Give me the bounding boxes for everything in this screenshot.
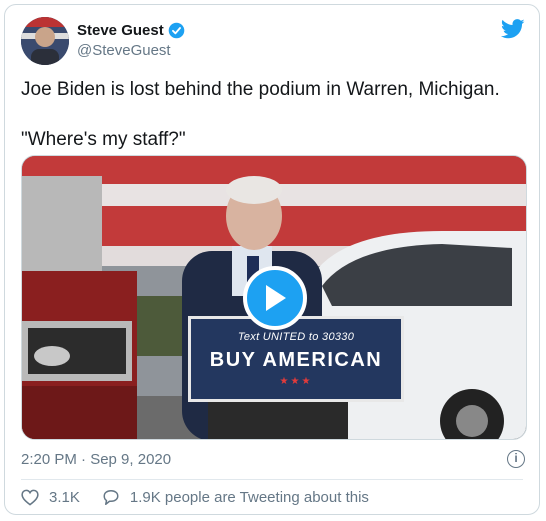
play-icon [266, 285, 286, 311]
avatar-image [21, 17, 69, 65]
like-button[interactable]: 3.1K [21, 489, 80, 506]
avatar[interactable] [21, 17, 69, 65]
podium-sign: Text UNITED to 30330 BUY AMERICAN ★★★ [188, 316, 404, 402]
conversation-link[interactable]: 1.9K people are Tweeting about this [102, 489, 369, 506]
comment-icon [103, 490, 119, 505]
video-player[interactable]: Text UNITED to 30330 BUY AMERICAN ★★★ [21, 155, 527, 440]
heart-icon [21, 489, 39, 506]
info-icon[interactable]: i [507, 450, 525, 468]
conversation-text: 1.9K people are Tweeting about this [129, 489, 369, 506]
sign-headline: BUY AMERICAN [209, 349, 383, 371]
author-name[interactable]: Steve Guest [77, 22, 164, 39]
sign-text-line: Text UNITED to 30330 [237, 331, 355, 343]
verified-badge-icon [168, 22, 185, 39]
tweet-card[interactable]: Steve Guest @SteveGuest Joe Biden is los… [4, 4, 540, 515]
like-count: 3.1K [49, 489, 80, 506]
tweet-actions: 3.1K 1.9K people are Tweeting about this [21, 489, 391, 506]
divider [21, 479, 523, 480]
tweet-timestamp[interactable]: 2:20 PM · Sep 9, 2020 [21, 451, 171, 468]
tweet-text: Joe Biden is lost behind the podium in W… [21, 79, 500, 150]
twitter-bird-icon[interactable] [501, 19, 525, 39]
author-name-row[interactable]: Steve Guest [77, 22, 185, 39]
sign-stars: ★★★ [279, 376, 313, 387]
author-handle[interactable]: @SteveGuest [77, 42, 171, 59]
play-button[interactable] [243, 266, 307, 330]
